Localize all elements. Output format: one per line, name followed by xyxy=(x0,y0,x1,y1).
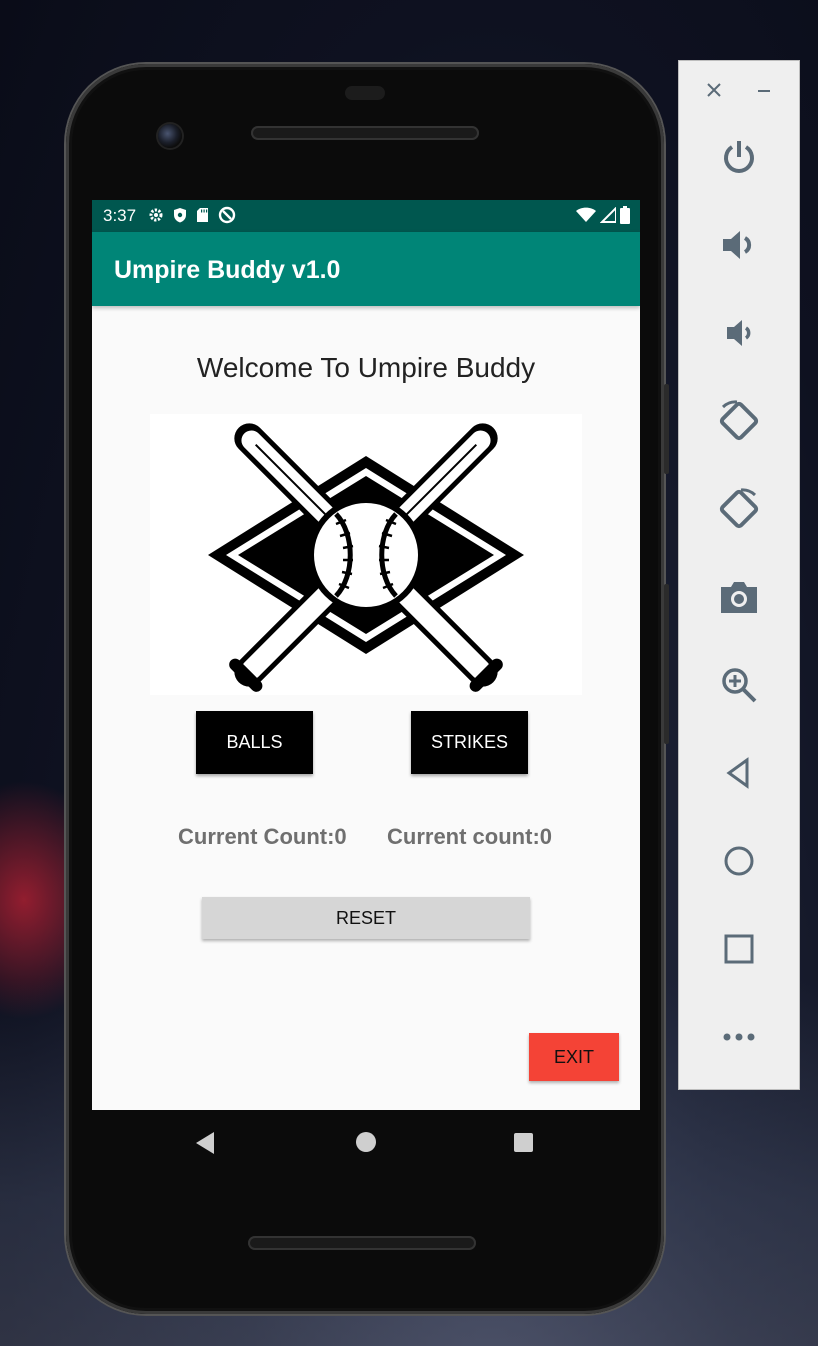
status-bar: 3:37 xyxy=(92,200,640,232)
earpiece xyxy=(345,86,385,100)
back-icon[interactable] xyxy=(196,1132,214,1154)
signal-icon xyxy=(600,207,616,223)
strikes-count: Current count:0 xyxy=(387,824,552,849)
status-time: 3:37 xyxy=(103,206,137,225)
settings-icon xyxy=(148,207,164,226)
nav-bar xyxy=(92,1110,640,1174)
balls-count: Current Count:0 xyxy=(178,824,347,849)
sd-card-icon xyxy=(196,207,209,226)
bottom-speaker xyxy=(248,1236,476,1250)
rotate-right-icon[interactable] xyxy=(713,483,765,535)
wifi-icon xyxy=(576,207,596,222)
status-right xyxy=(576,206,630,224)
balls-button[interactable]: BALLS xyxy=(196,711,313,774)
zoom-icon[interactable] xyxy=(713,659,765,711)
volume-up-icon[interactable] xyxy=(713,219,765,271)
home-icon[interactable] xyxy=(713,835,765,887)
data-saver-icon xyxy=(218,206,236,227)
more-icon[interactable] xyxy=(713,1011,765,1063)
front-camera xyxy=(158,124,182,148)
strikes-button[interactable]: STRIKES xyxy=(411,711,528,774)
overview-icon[interactable] xyxy=(713,923,765,975)
phone-volume-button xyxy=(664,584,669,744)
reset-button[interactable]: RESET xyxy=(202,897,530,939)
window-controls xyxy=(679,75,799,105)
app-bar: Umpire Buddy v1.0 xyxy=(92,232,640,306)
home-icon[interactable] xyxy=(356,1132,376,1152)
phone-side-button xyxy=(664,384,669,474)
power-icon[interactable] xyxy=(713,131,765,183)
back-icon[interactable] xyxy=(713,747,765,799)
emulator-panel xyxy=(679,61,799,1089)
battery-icon xyxy=(620,206,630,224)
exit-button[interactable]: EXIT xyxy=(529,1033,619,1081)
top-speaker xyxy=(251,126,479,140)
shield-icon xyxy=(173,207,187,226)
minimize-icon[interactable] xyxy=(755,77,773,103)
close-icon[interactable] xyxy=(705,77,723,103)
app-screen: 3:37 Umpire Buddy v1.0 Welcome To Umpire… xyxy=(92,200,640,1110)
volume-down-icon[interactable] xyxy=(713,307,765,359)
rotate-left-icon[interactable] xyxy=(713,395,765,447)
welcome-heading: Welcome To Umpire Buddy xyxy=(196,352,536,383)
crossed-bats-baseball-logo xyxy=(150,414,582,695)
app-title: Umpire Buddy v1.0 xyxy=(114,256,341,284)
camera-icon[interactable] xyxy=(713,571,765,623)
recents-icon[interactable] xyxy=(514,1133,533,1152)
